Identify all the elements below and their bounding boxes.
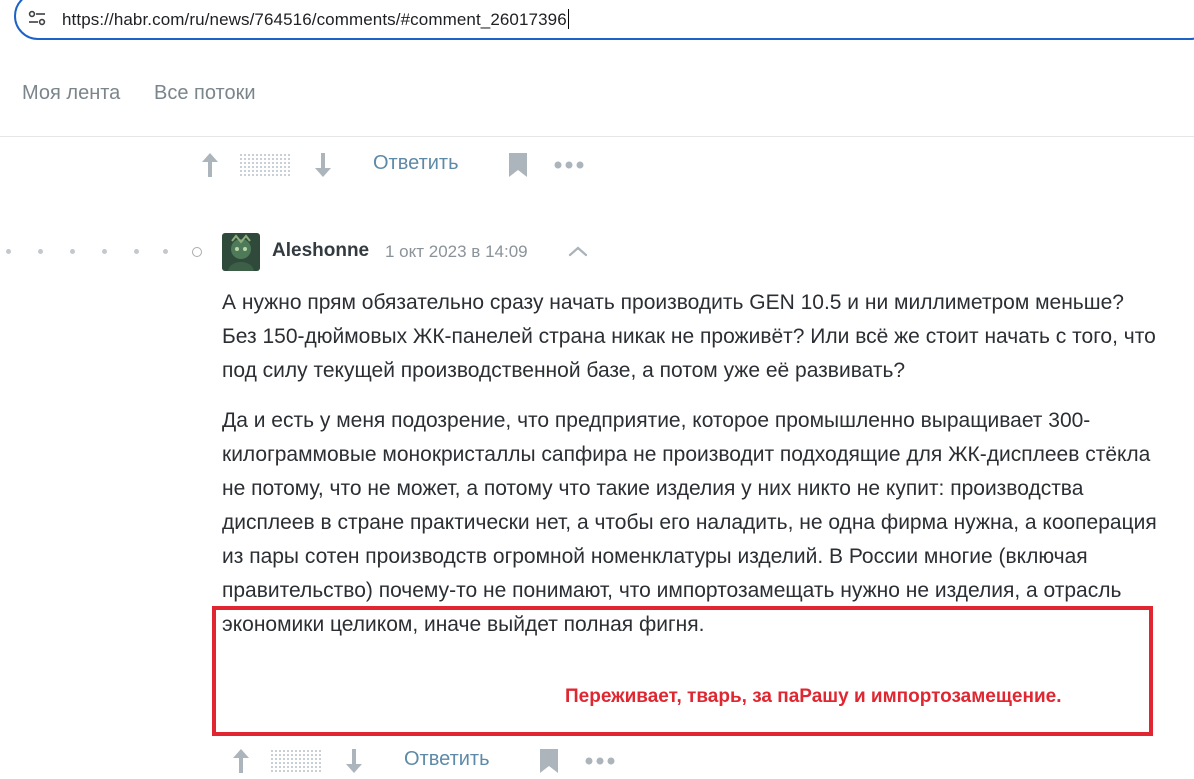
thread-ring[interactable] (192, 247, 202, 257)
arrow-up-icon[interactable] (232, 747, 250, 775)
nav-all-streams[interactable]: Все потоки (154, 82, 256, 105)
reply-button[interactable]: Ответить (404, 748, 490, 771)
comment-author[interactable]: Aleshonne (272, 240, 369, 262)
prev-comment-actions: Ответить (198, 146, 598, 186)
thread-dot (6, 249, 11, 254)
more-icon[interactable] (553, 160, 585, 170)
comment-body: А нужно прям обязательно сразу начать пр… (222, 286, 1157, 658)
site-nav: Моя лента Все потоки (0, 50, 1194, 137)
text-caret (567, 9, 569, 29)
comment-paragraph: А нужно прям обязательно сразу начать пр… (222, 291, 1156, 382)
rating-placeholder-icon (271, 748, 321, 774)
thread-dot (70, 249, 75, 254)
page: https://habr.com/ru/news/764516/comments… (0, 0, 1194, 779)
rating-placeholder-icon (240, 152, 290, 178)
arrow-up-icon[interactable] (201, 151, 219, 179)
more-icon[interactable] (584, 756, 616, 766)
thread-dot (134, 249, 139, 254)
url-text[interactable]: https://habr.com/ru/news/764516/comments… (62, 9, 569, 30)
tune-icon[interactable] (28, 10, 46, 26)
bookmark-icon[interactable] (508, 152, 528, 178)
chevron-up-icon[interactable] (567, 244, 589, 258)
comment-actions: Ответить (229, 742, 629, 779)
reply-button[interactable]: Ответить (373, 152, 459, 175)
url-value: https://habr.com/ru/news/764516/comments… (62, 10, 567, 29)
thread-dot (38, 249, 43, 254)
annotation-highlight-box (212, 606, 1153, 736)
arrow-down-icon[interactable] (345, 747, 363, 775)
thread-dot (163, 249, 168, 254)
thread-dot (102, 249, 107, 254)
avatar[interactable] (222, 233, 260, 271)
bookmark-icon[interactable] (539, 748, 559, 774)
comment-date[interactable]: 1 окт 2023 в 14:09 (385, 242, 528, 262)
arrow-down-icon[interactable] (314, 151, 332, 179)
annotation-text: Переживает, тварь, за паРашу и импортоза… (565, 686, 1062, 707)
browser-address-bar: https://habr.com/ru/news/764516/comments… (0, 0, 1194, 50)
nav-my-feed[interactable]: Моя лента (22, 82, 120, 105)
